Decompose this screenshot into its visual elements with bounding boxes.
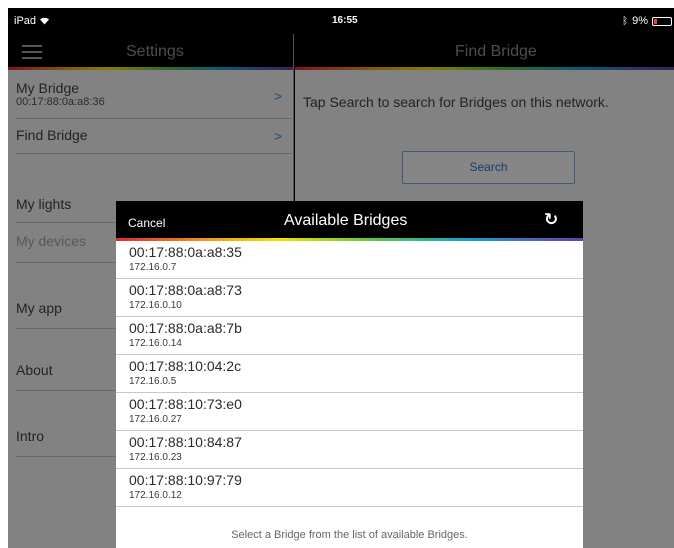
bridge-ip: 172.16.0.5 <box>129 376 177 387</box>
status-left: iPad <box>14 15 50 27</box>
device-label: iPad <box>14 15 37 27</box>
battery-percent: 9% <box>632 15 648 27</box>
bridge-mac: 00:17:88:10:97:79 <box>129 472 242 488</box>
bridge-row[interactable]: 00:17:88:10:97:79 172.16.0.12 <box>116 469 583 507</box>
status-time: 16:55 <box>332 15 358 26</box>
bridge-ip: 172.16.0.14 <box>129 338 182 349</box>
modal-footer-hint: Select a Bridge from the list of availab… <box>231 529 468 541</box>
ipad-screen: iPad 16:55 ᛒ 9% Settings My Bridge 00:17… <box>8 8 674 548</box>
bridge-ip: 172.16.0.27 <box>129 414 182 425</box>
bridge-ip: 172.16.0.23 <box>129 452 182 463</box>
bridge-mac: 00:17:88:0a:a8:7b <box>129 320 242 336</box>
bridge-mac: 00:17:88:10:84:87 <box>129 434 242 450</box>
bridge-row[interactable]: 00:17:88:0a:a8:73 172.16.0.10 <box>116 279 583 317</box>
modal-header: Cancel Available Bridges ↻ <box>116 201 583 241</box>
bridge-mac: 00:17:88:0a:a8:35 <box>129 244 242 260</box>
bridge-row[interactable]: 00:17:88:10:04:2c 172.16.0.5 <box>116 355 583 393</box>
bridge-list: 00:17:88:0a:a8:35 172.16.0.7 00:17:88:0a… <box>116 241 583 507</box>
bridge-ip: 172.16.0.10 <box>129 300 182 311</box>
bridge-mac: 00:17:88:0a:a8:73 <box>129 282 242 298</box>
bridge-row[interactable]: 00:17:88:10:73:e0 172.16.0.27 <box>116 393 583 431</box>
available-bridges-modal: Cancel Available Bridges ↻ 00:17:88:0a:a… <box>116 201 583 548</box>
bridge-row[interactable]: 00:17:88:0a:a8:35 172.16.0.7 <box>116 241 583 279</box>
bridge-ip: 172.16.0.12 <box>129 490 182 501</box>
battery-icon <box>652 16 672 26</box>
cancel-button[interactable]: Cancel <box>128 216 165 230</box>
wifi-icon <box>39 15 50 27</box>
bridge-mac: 00:17:88:10:73:e0 <box>129 396 242 412</box>
bridge-mac: 00:17:88:10:04:2c <box>129 358 242 374</box>
status-right: ᛒ 9% <box>622 15 672 27</box>
bridge-row[interactable]: 00:17:88:10:84:87 172.16.0.23 <box>116 431 583 469</box>
bridge-ip: 172.16.0.7 <box>129 262 177 273</box>
divider <box>116 506 583 507</box>
modal-title: Available Bridges <box>284 212 408 229</box>
bluetooth-icon: ᛒ <box>622 15 629 27</box>
refresh-icon[interactable]: ↻ <box>544 210 558 230</box>
status-bar: iPad 16:55 ᛒ 9% <box>8 8 674 34</box>
bridge-row[interactable]: 00:17:88:0a:a8:7b 172.16.0.14 <box>116 317 583 355</box>
